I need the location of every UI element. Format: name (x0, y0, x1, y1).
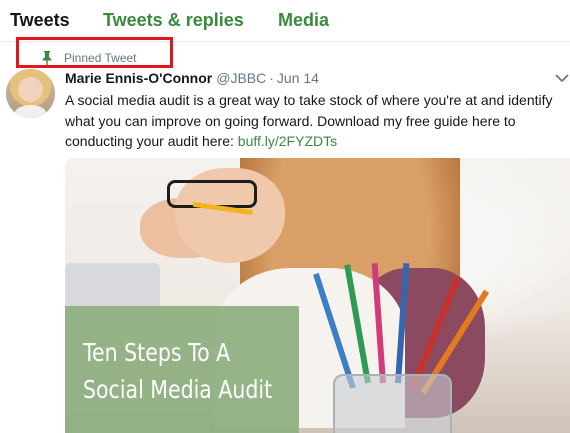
tab-tweets-and-replies[interactable]: Tweets & replies (103, 10, 244, 31)
tab-tweets[interactable]: Tweets (10, 10, 70, 31)
media-title: Ten Steps To A Social Media Audit (83, 334, 273, 408)
media-title-line-1: Ten Steps To A (83, 338, 231, 367)
media-pencil-cup (333, 374, 452, 433)
media-title-line-2: Social Media Audit (83, 375, 273, 404)
header-separator: · (269, 70, 274, 86)
tweet-link[interactable]: buff.ly/2FYZDTs (238, 133, 337, 149)
chevron-down-icon[interactable] (554, 72, 570, 84)
pin-icon (42, 51, 52, 65)
tweet-media-image[interactable]: Ten Steps To A Social Media Audit (65, 158, 570, 433)
author-handle[interactable]: @JBBC (216, 70, 266, 86)
tweet-text: A social media audit is a great way to t… (65, 90, 565, 152)
avatar-shoulders (14, 105, 47, 118)
tab-media[interactable]: Media (278, 10, 329, 31)
profile-tabs: Tweets Tweets & replies Media (0, 0, 570, 42)
author-name[interactable]: Marie Ennis-O'Connor (65, 70, 212, 86)
tweet-date[interactable]: Jun 14 (277, 70, 319, 86)
tweet-header: Marie Ennis-O'Connor @JBBC · Jun 14 (65, 70, 319, 86)
avatar[interactable] (6, 69, 55, 118)
pinned-tweet-label: Pinned Tweet (64, 51, 137, 65)
